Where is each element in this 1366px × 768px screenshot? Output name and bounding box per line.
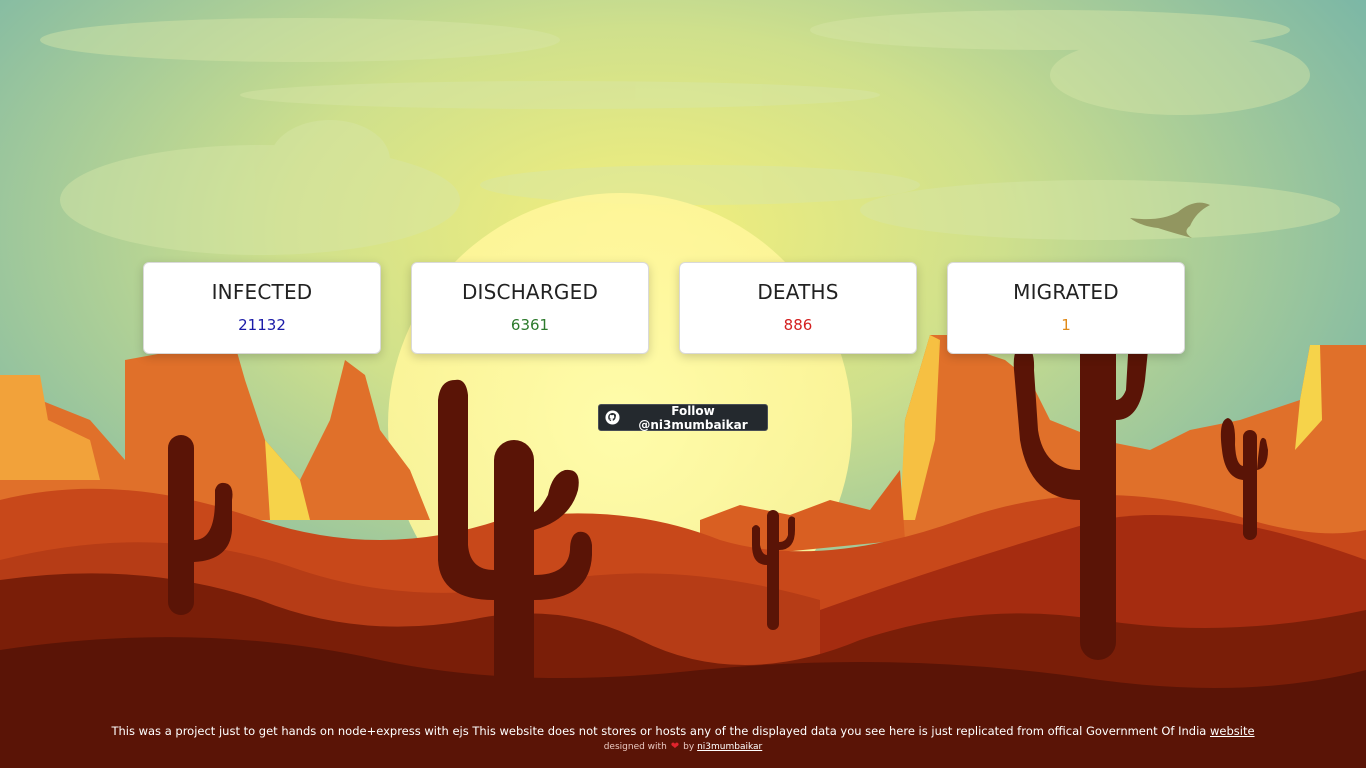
author-link[interactable]: ni3mumbaikar [697,742,762,752]
deaths-label: DEATHS [757,280,839,304]
desert-background [0,0,1366,768]
github-follow-button[interactable]: Follow @ni3mumbaikar [598,403,768,432]
infected-label: INFECTED [211,280,313,304]
infected-count: 21132 [238,316,286,334]
migrated-label: MIGRATED [1013,280,1119,304]
footer-credit: designed with ❤ by ni3mumbaikar [0,741,1366,752]
follow-button-label: Follow @ni3mumbaikar [638,403,748,432]
footer: This was a project just to get hands on … [0,724,1366,752]
migrated-card: MIGRATED 1 [947,262,1185,354]
stats-cards: INFECTED 21132 DISCHARGED 6361 DEATHS 88… [143,262,1193,354]
deaths-count: 886 [783,316,813,334]
footer-disclaimer: This was a project just to get hands on … [0,724,1366,738]
heart-icon: ❤ [670,741,680,752]
footer-disclaimer-text: This was a project just to get hands on … [111,724,1207,738]
github-icon [605,410,620,425]
by-text: by [683,742,695,752]
deaths-card: DEATHS 886 [679,262,917,354]
discharged-card: DISCHARGED 6361 [411,262,649,354]
source-website-link[interactable]: website [1210,724,1255,738]
discharged-label: DISCHARGED [461,280,599,304]
discharged-count: 6361 [510,316,550,334]
migrated-count: 1 [1061,316,1071,334]
designed-with-text: designed with [603,742,667,752]
infected-card: INFECTED 21132 [143,262,381,354]
